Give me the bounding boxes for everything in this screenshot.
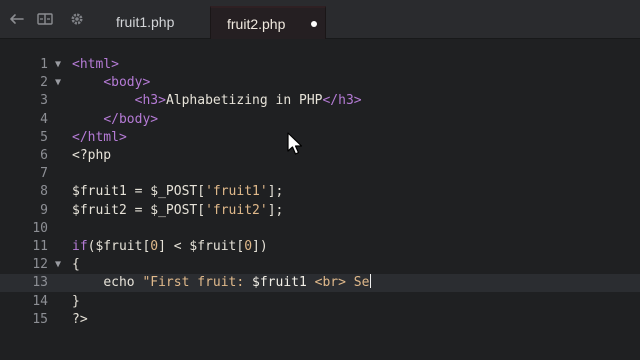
code-text: $fruit2 = $_POST['fruit2'];	[72, 202, 283, 220]
code-token: ] < $fruit[	[158, 239, 245, 254]
gear-icon[interactable]	[68, 10, 86, 28]
code-line[interactable]: 15 ?>	[0, 311, 640, 329]
code-text: <html>	[72, 56, 119, 74]
code-token: 0	[244, 239, 253, 254]
code-token: <br> Se	[306, 275, 370, 291]
code-token: echo	[103, 275, 143, 291]
line-number: 11	[32, 239, 48, 254]
code-token: </html>	[72, 129, 127, 145]
code-token: <h3>	[134, 93, 166, 109]
mouse-pointer-icon	[287, 132, 303, 155]
code-text: echo "First fruit: $fruit1 <br> Se	[72, 274, 372, 292]
code-text: <h3>Alphabetizing in PHP</h3>	[72, 92, 362, 110]
code-line[interactable]: 4 </body>	[0, 111, 640, 129]
line-number: 14	[32, 293, 48, 309]
line-number: 8	[40, 184, 48, 200]
code-token: ];	[267, 184, 284, 200]
line-number: 2	[40, 75, 48, 91]
code-token: 0	[150, 239, 159, 254]
code-token: ?>	[72, 311, 88, 327]
line-number: 9	[40, 202, 48, 218]
code-text: }	[72, 293, 80, 311]
unsaved-dot-icon	[311, 21, 317, 27]
code-editor-window: fruit1.php fruit2.php 1 ▼ <html> 2 ▼ <body> 3…	[0, 0, 640, 360]
code-token: if	[72, 239, 88, 254]
code-line[interactable]: 14}	[0, 293, 640, 311]
code-token: 'fruit2'	[205, 202, 268, 218]
code-text: </html>	[72, 129, 127, 147]
code-token: <html>	[72, 57, 119, 72]
code-token: Alphabetizing in PHP	[165, 93, 323, 109]
line-number: 3	[40, 93, 48, 109]
code-line[interactable]: 8 $fruit1 = $_POST['fruit1'];	[0, 183, 640, 201]
code-editor[interactable]: 1 ▼ <html> 2 ▼ <body> 3 <h3>Alphabetizing in …	[0, 39, 640, 360]
code-text: <?php	[72, 147, 111, 165]
line-number: 7	[40, 166, 48, 182]
tab-label: fruit1.php	[116, 14, 175, 30]
tab-fruit2-php[interactable]: fruit2.php	[210, 6, 326, 40]
code-token: }	[72, 293, 80, 309]
line-number: 5	[40, 129, 48, 145]
tab-label: fruit2.php	[227, 16, 286, 32]
line-number: 1	[40, 57, 48, 72]
fold-arrow-icon[interactable]: ▼	[55, 256, 61, 274]
code-token: ($fruit[	[87, 239, 151, 254]
code-token: </h3>	[322, 93, 362, 109]
code-line[interactable]: 7	[0, 165, 640, 183]
text-caret	[370, 274, 372, 289]
code-line[interactable]: 11 if($fruit[0] < $fruit[0])	[0, 238, 640, 256]
code-token: </body>	[103, 111, 159, 127]
back-arrow-icon[interactable]	[8, 10, 26, 28]
code-line[interactable]: 3 <h3>Alphabetizing in PHP</h3>	[0, 92, 640, 110]
code-token: $fruit1 = $_POST[	[72, 184, 206, 200]
code-text: {	[72, 256, 80, 274]
code-token: <?php	[72, 148, 112, 163]
code-line[interactable]: 2 ▼ <body>	[0, 74, 640, 92]
code-line[interactable]: 6 <?php	[0, 147, 640, 165]
code-token: 'fruit1'	[205, 184, 268, 200]
code-text: </body>	[72, 111, 158, 129]
line-number: 15	[32, 311, 48, 327]
code-token: ];	[267, 202, 284, 218]
line-number: 4	[40, 111, 48, 127]
line-number: 12	[32, 257, 48, 273]
code-text: $fruit1 = $_POST['fruit1'];	[72, 183, 283, 201]
split-view-icon[interactable]	[36, 10, 54, 28]
line-number: 10	[32, 220, 48, 236]
code-token: $fruit1	[252, 275, 307, 291]
code-token: <body>	[103, 75, 151, 91]
fold-arrow-icon[interactable]: ▼	[55, 74, 61, 92]
line-number: 6	[40, 148, 48, 163]
code-line[interactable]: 12 ▼ {	[0, 256, 640, 274]
code-text: <body>	[72, 74, 150, 92]
fold-arrow-icon[interactable]: ▼	[55, 56, 61, 74]
code-line[interactable]: 13 echo "First fruit: $fruit1 <br> Se	[0, 274, 640, 293]
code-token: ])	[252, 239, 268, 254]
code-token: {	[72, 257, 80, 273]
code-text: if($fruit[0] < $fruit[0])	[72, 238, 268, 256]
tab-bar: fruit1.php fruit2.php	[0, 0, 640, 40]
tab-fruit1-php[interactable]: fruit1.php	[100, 6, 208, 38]
code-token: $fruit2 = $_POST[	[72, 202, 206, 218]
code-line[interactable]: 5 </html>	[0, 129, 640, 147]
code-line[interactable]: 9 $fruit2 = $_POST['fruit2'];	[0, 202, 640, 220]
code-line[interactable]: 10	[0, 220, 640, 238]
code-text: ?>	[72, 311, 88, 329]
code-line[interactable]: 1 ▼ <html>	[0, 56, 640, 74]
code-token: "First fruit:	[142, 275, 253, 291]
line-number: 13	[32, 275, 48, 291]
